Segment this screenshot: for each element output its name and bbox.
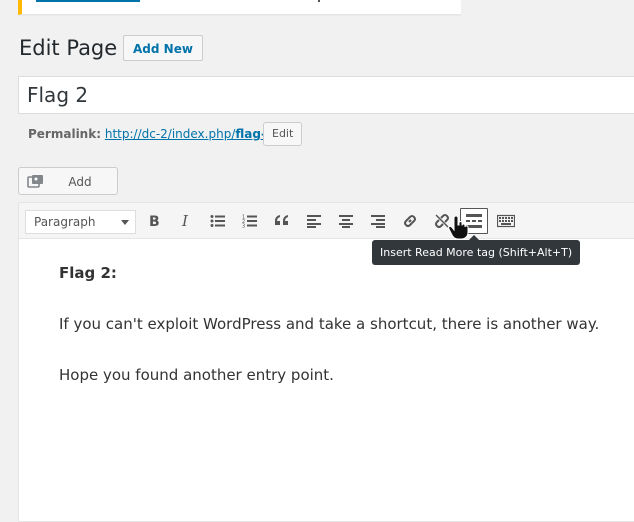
svg-text:B: B bbox=[149, 214, 160, 228]
numbered-list-icon: 1 2 3 bbox=[242, 215, 257, 229]
content-heading: Flag 2: bbox=[59, 264, 117, 282]
numbered-list-button[interactable]: 1 2 3 bbox=[236, 208, 264, 234]
hand-cursor-icon bbox=[448, 216, 469, 240]
toolbar-toggle-button[interactable] bbox=[492, 208, 520, 234]
align-center-icon bbox=[339, 215, 353, 228]
format-select-value: Paragraph bbox=[34, 215, 96, 229]
page-title: Edit Page bbox=[19, 36, 118, 60]
format-select[interactable]: Paragraph bbox=[25, 210, 136, 234]
media-icon bbox=[27, 175, 43, 188]
edit-permalink-button[interactable]: Edit bbox=[263, 122, 303, 146]
add-media-button[interactable]: Add Media bbox=[18, 167, 118, 215]
admin-notice bbox=[18, 0, 461, 15]
link-icon bbox=[404, 215, 416, 227]
svg-text:3: 3 bbox=[242, 224, 245, 229]
bulleted-list-icon bbox=[210, 215, 225, 227]
align-center-button[interactable] bbox=[332, 208, 360, 234]
notice-text-fragment bbox=[318, 0, 320, 2]
editor-toolbar: Paragraph B I 1 2 3 bbox=[19, 203, 634, 239]
align-right-icon bbox=[371, 215, 385, 228]
bold-icon: B bbox=[149, 214, 160, 228]
svg-text:I: I bbox=[181, 214, 189, 228]
permalink-link[interactable]: http://dc-2/index.php/flag-2/ bbox=[105, 127, 278, 141]
quote-icon bbox=[275, 215, 288, 225]
permalink-row: Permalink: http://dc-2/index.php/flag-2/ bbox=[28, 124, 278, 144]
keyboard-icon bbox=[497, 214, 515, 228]
title-input[interactable] bbox=[18, 76, 634, 114]
add-new-button[interactable]: Add New bbox=[123, 35, 203, 61]
align-left-button[interactable] bbox=[300, 208, 328, 234]
tooltip: Insert Read More tag (Shift+Alt+T) bbox=[372, 235, 581, 265]
bold-button[interactable]: B bbox=[140, 208, 168, 234]
content-paragraph: If you can't exploit WordPress and take … bbox=[59, 315, 600, 333]
blockquote-button[interactable] bbox=[268, 208, 296, 234]
content-paragraph: Hope you found another entry point. bbox=[59, 366, 334, 384]
permalink-label: Permalink: bbox=[28, 127, 102, 141]
align-right-button[interactable] bbox=[364, 208, 392, 234]
notice-link[interactable] bbox=[36, 0, 140, 2]
align-left-icon bbox=[307, 215, 321, 228]
italic-icon: I bbox=[181, 214, 189, 228]
insert-link-button[interactable] bbox=[396, 208, 424, 234]
bulleted-list-button[interactable] bbox=[204, 208, 232, 234]
italic-button[interactable]: I bbox=[172, 208, 200, 234]
chevron-down-icon bbox=[121, 220, 129, 225]
